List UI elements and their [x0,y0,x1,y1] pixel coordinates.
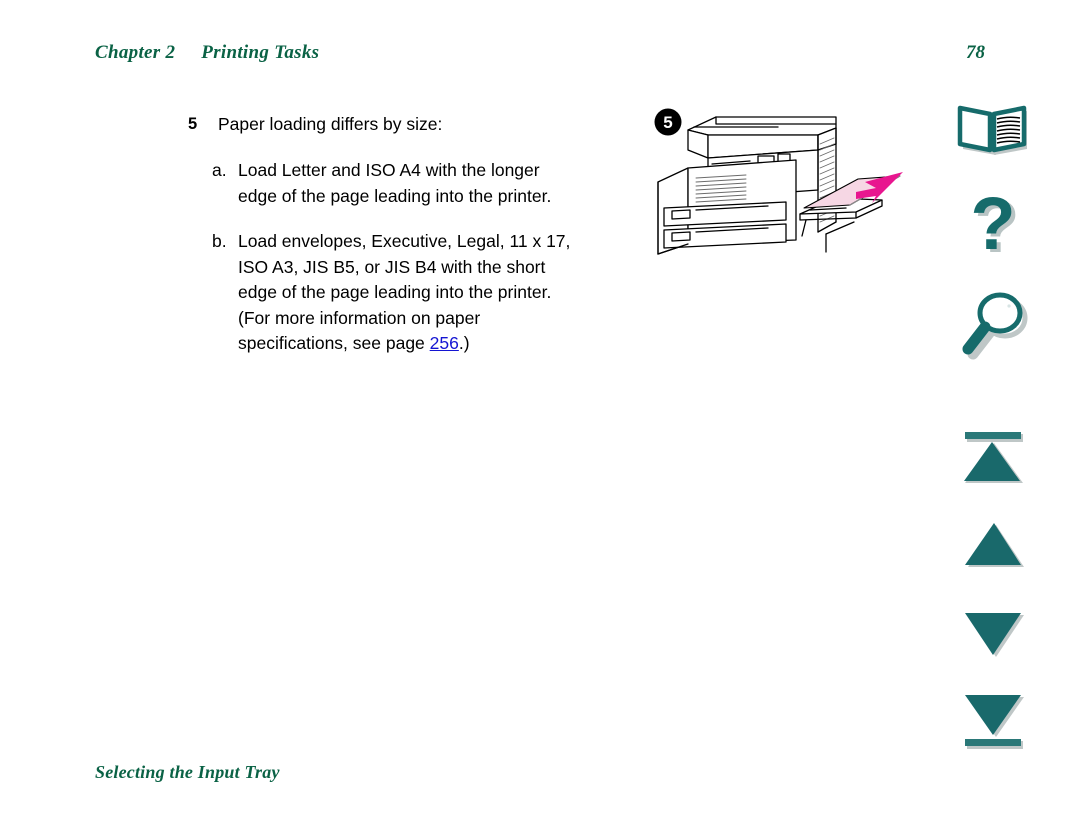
substep-a-marker: a. [212,160,227,180]
previous-page-icon[interactable] [938,518,1050,572]
substep-b-line-5-suffix: .) [458,333,470,353]
header-chapter-label: Chapter 2 [95,42,176,63]
callout-badge-5: 5 [654,108,682,136]
header-left-group: Chapter 2 Printing Tasks [95,42,319,64]
last-page-icon-svg [965,695,1024,749]
next-page-icon[interactable] [938,608,1050,662]
page-reference-link[interactable]: 256 [430,333,459,353]
substep-a-text: Load Letter and ISO A4 with the longer e… [238,158,658,209]
page-number: 78 [966,42,985,63]
navigation-sidebar: ? ? [938,100,1050,780]
substep-b: b. Load envelopes, Executive, Legal, 11 … [188,229,658,357]
question-icon-svg: ? ? [970,190,1019,268]
printer-illustration: 5 [650,104,915,259]
first-page-icon[interactable] [938,430,1050,488]
substep-b-line-2: ISO A3, JIS B5, or JIS B4 with the short [238,256,546,277]
step-text: Paper loading differs by size: [218,114,443,134]
step-number: 5 [188,115,198,133]
substep-b-line-4: (For more information on paper [238,307,481,328]
printer-illustration-svg: 5 [654,108,903,255]
substep-b-line-1: Load envelopes, Executive, Legal, 11 x 1… [238,231,571,251]
svg-text:?: ? [970,190,1015,265]
first-page-icon-svg [964,432,1023,483]
last-page-icon[interactable] [938,692,1050,754]
magnifier-icon-svg [962,292,1028,360]
main-content: 5 Paper loading differs by size: a. Load… [188,112,658,377]
question-icon[interactable]: ? ? [938,190,1050,272]
magnifier-icon[interactable] [938,288,1050,368]
header-title-label: Printing Tasks [201,42,320,63]
substep-a: a. Load Letter and ISO A4 with the longe… [188,158,658,209]
callout-number: 5 [663,113,672,132]
substep-b-marker: b. [212,231,227,251]
substep-b-line-5-prefix: specifications, see page [238,333,430,353]
book-icon[interactable] [938,100,1050,162]
previous-page-icon-svg [965,523,1024,567]
substep-list: a. Load Letter and ISO A4 with the longe… [188,158,658,357]
step-item: 5 Paper loading differs by size: [188,112,658,136]
page-header: Chapter 2 Printing Tasks 78 [95,42,985,64]
footer-section-title: Selecting the Input Tray [95,762,280,782]
substep-b-text: Load envelopes, Executive, Legal, 11 x 1… [238,229,658,357]
substep-b-line-5: specifications, see page 256.) [238,331,658,357]
substep-a-line-2: edge of the page leading into the printe… [238,185,552,206]
substep-a-line-1: Load Letter and ISO A4 with the longer [238,160,540,180]
next-page-icon-svg [965,613,1024,657]
substep-b-line-3: edge of the page leading into the printe… [238,282,552,302]
book-icon-svg [957,105,1027,155]
